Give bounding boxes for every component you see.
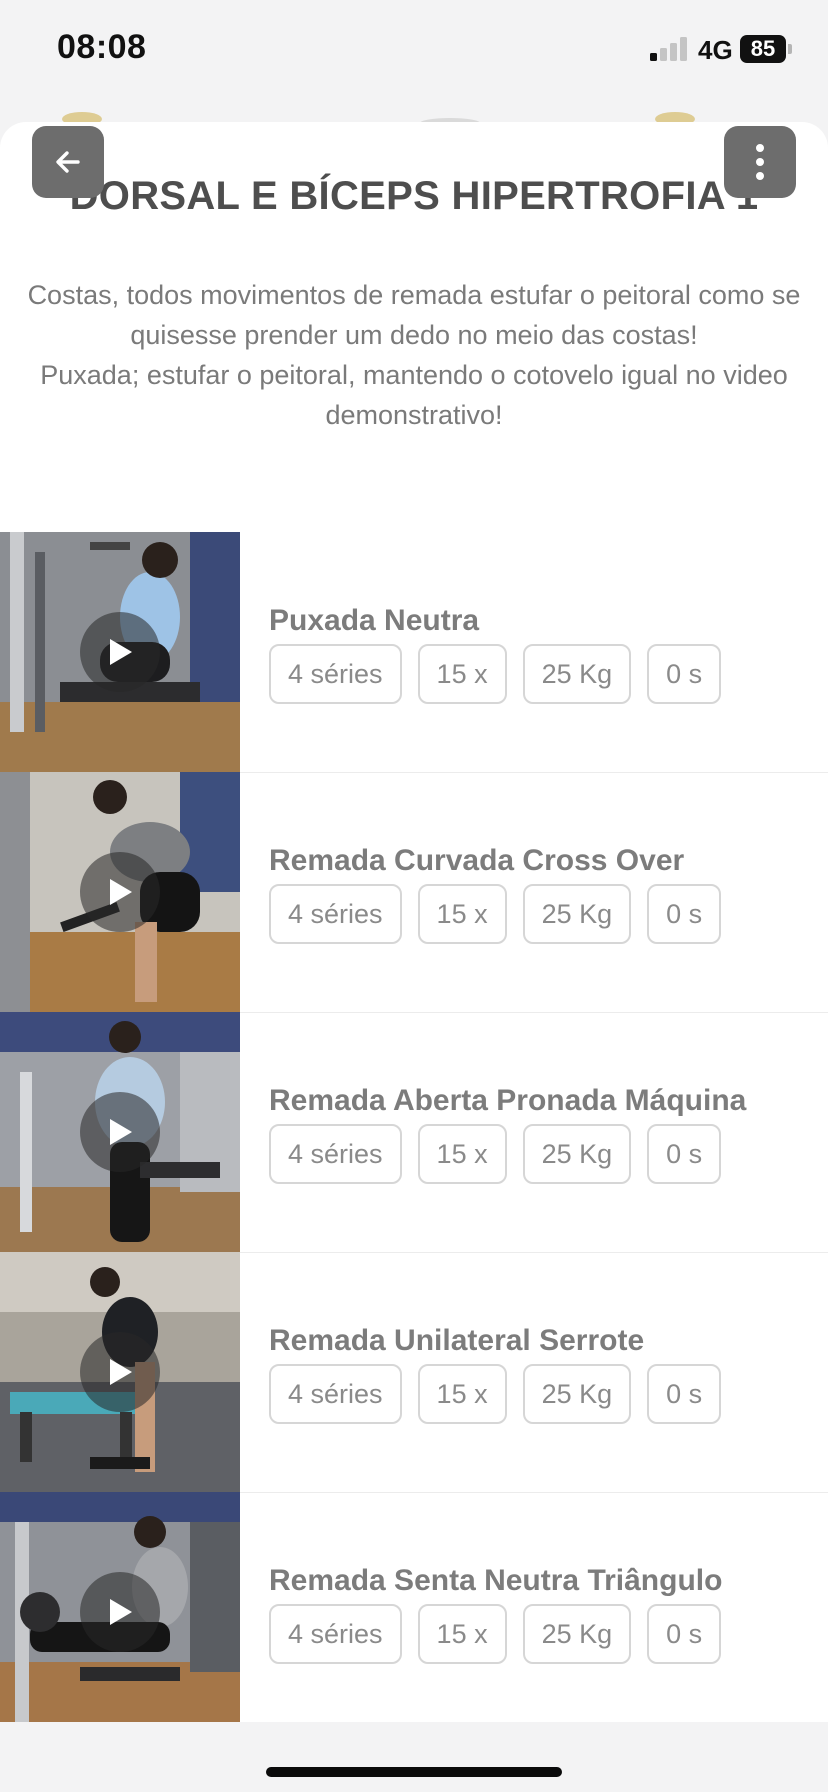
- sets-chip: 4 séries: [269, 1124, 402, 1184]
- exercise-parameters: 4 séries 15 x 25 Kg 0 s: [269, 884, 722, 944]
- reps-chip: 15 x: [417, 1124, 507, 1184]
- exercise-name: Puxada Neutra: [269, 604, 480, 637]
- play-button[interactable]: [80, 612, 160, 692]
- page-title: DORSAL E BÍCEPS HIPERTROFIA 1: [69, 174, 759, 218]
- exercise-row[interactable]: Remada Unilateral Serrote 4 séries 15 x …: [0, 1252, 828, 1492]
- exercise-video-thumbnail[interactable]: [0, 532, 240, 772]
- reps-chip: 15 x: [417, 1604, 507, 1664]
- exercise-row[interactable]: Remada Aberta Pronada Máquina 4 séries 1…: [0, 1012, 828, 1252]
- status-time: 08:08: [57, 28, 147, 66]
- exercise-parameters: 4 séries 15 x 25 Kg 0 s: [269, 644, 722, 704]
- cellular-signal-icon: [650, 37, 687, 61]
- exercise-row[interactable]: Remada Senta Neutra Triângulo 4 séries 1…: [0, 1492, 828, 1722]
- exercise-name: Remada Unilateral Serrote: [269, 1324, 645, 1357]
- sets-chip: 4 séries: [269, 644, 402, 704]
- play-button[interactable]: [80, 1332, 160, 1412]
- load-chip: 25 Kg: [522, 1124, 632, 1184]
- rest-chip: 0 s: [647, 1124, 722, 1184]
- exercise-video-thumbnail[interactable]: [0, 1492, 240, 1722]
- status-bar: 08:08 4G 85: [0, 0, 828, 100]
- load-chip: 25 Kg: [522, 644, 632, 704]
- play-icon: [110, 1599, 132, 1625]
- rest-chip: 0 s: [647, 1604, 722, 1664]
- exercise-parameters: 4 séries 15 x 25 Kg 0 s: [269, 1604, 722, 1664]
- rest-chip: 0 s: [647, 644, 722, 704]
- more-options-button[interactable]: [724, 126, 796, 198]
- play-icon: [110, 879, 132, 905]
- exercise-video-thumbnail[interactable]: [0, 1012, 240, 1252]
- arrow-left-icon: [56, 151, 80, 173]
- exercise-name: Remada Senta Neutra Triângulo: [269, 1564, 723, 1597]
- exercise-video-thumbnail[interactable]: [0, 772, 240, 1012]
- exercise-row[interactable]: Puxada Neutra 4 séries 15 x 25 Kg 0 s: [0, 532, 828, 772]
- reps-chip: 15 x: [417, 644, 507, 704]
- back-button[interactable]: [32, 126, 104, 198]
- play-button[interactable]: [80, 1092, 160, 1172]
- exercise-parameters: 4 séries 15 x 25 Kg 0 s: [269, 1124, 722, 1184]
- exercise-list: Puxada Neutra 4 séries 15 x 25 Kg 0 s Re…: [0, 532, 828, 1722]
- more-vertical-icon: [756, 144, 764, 180]
- workout-description: Costas, todos movimentos de remada estuf…: [27, 280, 801, 430]
- home-indicator[interactable]: [266, 1767, 562, 1777]
- load-chip: 25 Kg: [522, 1364, 632, 1424]
- reps-chip: 15 x: [417, 1364, 507, 1424]
- rest-chip: 0 s: [647, 1364, 722, 1424]
- network-type: 4G: [698, 35, 733, 65]
- play-button[interactable]: [80, 852, 160, 932]
- workout-sheet: DORSAL E BÍCEPS HIPERTROFIA 1 Costas, to…: [0, 122, 828, 1722]
- reps-chip: 15 x: [417, 884, 507, 944]
- load-chip: 25 Kg: [522, 884, 632, 944]
- exercise-name: Remada Curvada Cross Over: [269, 844, 685, 877]
- play-icon: [110, 1119, 132, 1145]
- exercise-row[interactable]: Remada Curvada Cross Over 4 séries 15 x …: [0, 772, 828, 1012]
- battery-icon: 85: [740, 35, 792, 63]
- sets-chip: 4 séries: [269, 884, 402, 944]
- rest-chip: 0 s: [647, 884, 722, 944]
- sets-chip: 4 séries: [269, 1364, 402, 1424]
- battery-level: 85: [740, 35, 786, 63]
- sets-chip: 4 séries: [269, 1604, 402, 1664]
- exercise-parameters: 4 séries 15 x 25 Kg 0 s: [269, 1364, 722, 1424]
- exercise-name: Remada Aberta Pronada Máquina: [269, 1084, 747, 1117]
- exercise-video-thumbnail[interactable]: [0, 1252, 240, 1492]
- load-chip: 25 Kg: [522, 1604, 632, 1664]
- play-button[interactable]: [80, 1572, 160, 1652]
- battery-tip: [788, 44, 792, 54]
- play-icon: [110, 1359, 132, 1385]
- play-icon: [110, 639, 132, 665]
